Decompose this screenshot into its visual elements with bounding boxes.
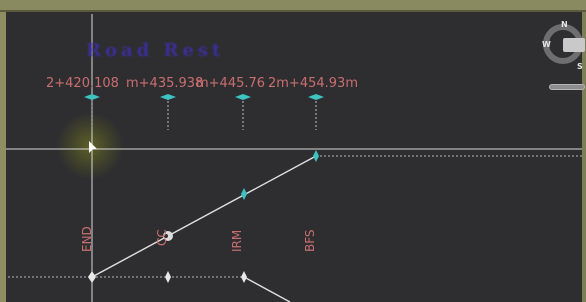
chainage-label-4: 2m+454.93m bbox=[268, 76, 358, 91]
chainage-label-1: 2+420.108 bbox=[46, 76, 119, 91]
station-marker-3 bbox=[235, 94, 251, 100]
chainage-label-3: m+445.76 bbox=[196, 76, 266, 91]
compass-icon[interactable]: N W S bbox=[541, 20, 585, 72]
compass-north-label: N bbox=[561, 20, 568, 29]
tag-bfs: BFS bbox=[303, 229, 317, 252]
station-markers bbox=[84, 94, 324, 130]
node-marker-mid bbox=[241, 188, 247, 200]
station-marker-1 bbox=[84, 94, 100, 100]
node-marker-top bbox=[313, 150, 319, 162]
compass-home-button[interactable] bbox=[563, 38, 585, 52]
zoom-slider-icon[interactable] bbox=[549, 84, 585, 90]
compass-south-label: S bbox=[577, 62, 583, 71]
compass-west-label: W bbox=[542, 40, 551, 49]
chainage-label-2: m+435.938 bbox=[126, 76, 204, 91]
tag-cc: CC bbox=[155, 229, 169, 246]
alignment-diagonal bbox=[91, 155, 317, 278]
tag-end: END bbox=[80, 226, 94, 252]
road-name-label: Road Rest bbox=[86, 40, 225, 61]
baseline-marker-1 bbox=[88, 271, 96, 283]
baseline-marker-2 bbox=[165, 271, 171, 283]
baseline-marker-3 bbox=[241, 271, 247, 283]
lower-diagonal bbox=[243, 276, 291, 302]
tag-irm: IRM bbox=[230, 229, 244, 252]
station-marker-2 bbox=[160, 94, 176, 100]
cursor-arrow-icon bbox=[89, 141, 97, 153]
station-marker-4 bbox=[308, 94, 324, 100]
